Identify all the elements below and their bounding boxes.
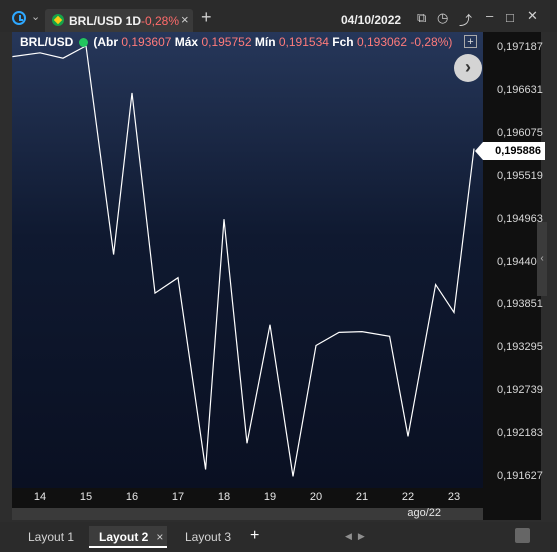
add-tab-icon[interactable]: + <box>201 7 212 28</box>
tab-symbol[interactable]: BRL/USD 1D -0,28% × <box>45 9 193 32</box>
ohlc-header: BRL/USD (Abr 0,193607 Máx 0,195752 Mín 0,… <box>20 35 452 49</box>
chart-svg <box>12 44 475 477</box>
x-tick-label: 23 <box>447 491 461 503</box>
tab-layout-2-label: Layout 2 <box>99 530 149 544</box>
close-label: Fch <box>332 35 354 49</box>
clock-icon[interactable] <box>12 11 26 25</box>
date-label: 04/10/2022 <box>341 13 402 27</box>
close-window-icon[interactable]: ✕ <box>527 8 538 24</box>
last-price-tag: 0,195886 <box>475 142 545 160</box>
close-icon[interactable]: × <box>156 530 163 544</box>
brazil-flag-icon <box>52 14 64 26</box>
time-axis[interactable]: 14 15 16 17 18 19 20 21 22 23 <box>12 488 483 508</box>
x-tick-label: 20 <box>309 491 323 503</box>
maximize-icon[interactable]: □ <box>506 10 514 25</box>
tab-layout-1[interactable]: Layout 1 <box>28 526 88 548</box>
add-indicator-icon[interactable]: + <box>464 35 477 48</box>
open-value: 0,193607 <box>121 35 172 49</box>
x-tick-label: 14 <box>33 491 47 503</box>
header-symbol: BRL/USD <box>20 35 74 49</box>
scroll-right-icon[interactable]: › <box>454 54 482 82</box>
minimize-icon[interactable]: – <box>486 8 493 23</box>
y-tick-label: 0,193295 <box>497 341 543 354</box>
x-tick-label: 17 <box>171 491 185 503</box>
y-tick-label: 0,194407 <box>497 255 543 268</box>
copy-window-icon[interactable]: ⧉ <box>417 10 426 26</box>
y-tick-label: 0,195519 <box>497 169 543 182</box>
y-tick-label: 0,196631 <box>497 84 543 97</box>
y-tick-label: 0,193851 <box>497 298 543 311</box>
tab-title: BRL/USD 1D <box>69 14 142 28</box>
tab-change: -0,28% <box>141 14 180 28</box>
panel-toggle-icon[interactable] <box>515 528 530 543</box>
high-value: 0,195752 <box>201 35 252 49</box>
y-tick-label: 0,196075 <box>497 127 543 140</box>
y-tick-label: 0,194963 <box>497 212 543 225</box>
price-axis[interactable]: 0,197187 0,196631 0,196075 0,195519 0,194963… <box>483 32 543 520</box>
add-layout-icon[interactable]: + <box>250 527 259 545</box>
tab-layout-3[interactable]: Layout 3 <box>185 526 245 548</box>
x-tick-label: 19 <box>263 491 277 503</box>
x-tick-label: 16 <box>125 491 139 503</box>
month-label: ago/22 <box>407 507 441 519</box>
low-label: Mín <box>254 35 276 49</box>
close-value: 0,193062 <box>356 35 408 49</box>
x-tick-label: 15 <box>79 491 93 503</box>
high-label: Máx <box>174 35 199 49</box>
trend-icon[interactable]: ⤴ <box>459 10 472 29</box>
price-line <box>12 44 475 477</box>
low-value: 0,191534 <box>278 35 329 49</box>
open-label: (Abr <box>93 35 119 49</box>
tab-scroll-arrows-icon[interactable]: ◀▶ <box>345 531 371 542</box>
change-value: -0,28%) <box>410 35 453 49</box>
chevron-down-icon[interactable]: ⌄ <box>31 10 40 23</box>
y-tick-label: 0,191627 <box>497 469 543 482</box>
status-dot-icon <box>79 38 89 47</box>
tab-layout-2[interactable]: Layout 2 × <box>89 526 167 548</box>
y-tick-label: 0,192739 <box>497 384 543 397</box>
x-tick-label: 18 <box>217 491 231 503</box>
side-panel-handle[interactable]: ‹ <box>537 222 547 296</box>
close-icon[interactable]: × <box>181 12 189 27</box>
y-tick-label: 0,192183 <box>497 426 543 439</box>
history-icon[interactable]: ◷ <box>437 10 448 26</box>
app-window: ⌄ BRL/USD 1D -0,28% × + 04/10/2022 ⧉ ◷ ⤴… <box>0 0 557 552</box>
chart-area[interactable] <box>12 32 483 488</box>
y-tick-label: 0,197187 <box>497 41 543 54</box>
time-scroll-strip[interactable]: ago/22 <box>12 507 483 520</box>
title-bar: ⌄ BRL/USD 1D -0,28% × + 04/10/2022 ⧉ ◷ ⤴… <box>0 0 557 32</box>
x-tick-label: 21 <box>355 491 369 503</box>
layout-tabs-bar: Layout 1 Layout 2 × Layout 3 + ◀▶ <box>0 522 557 552</box>
x-tick-label: 22 <box>401 491 415 503</box>
